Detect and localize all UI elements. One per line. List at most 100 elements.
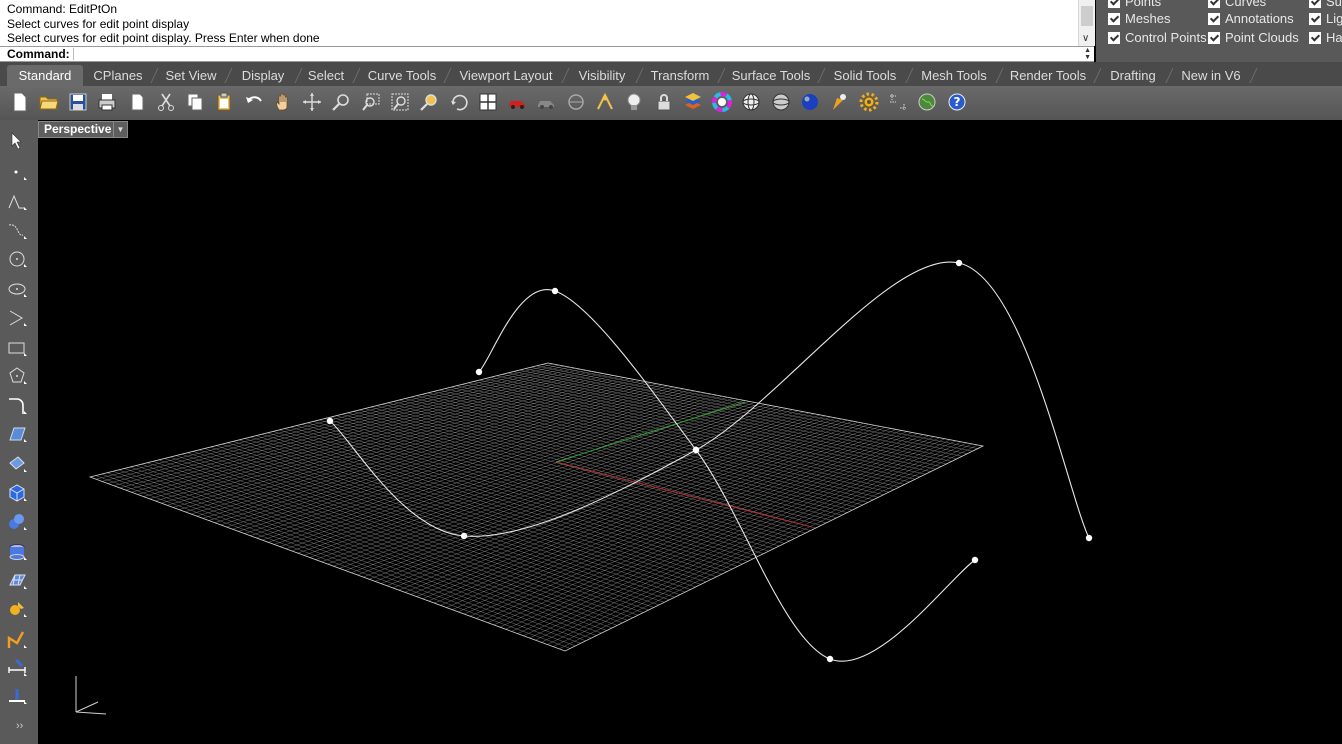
help-icon[interactable]: ? [946, 91, 968, 113]
filter-surfaces[interactable]: Su [1309, 0, 1342, 10]
checkbox-icon[interactable] [1108, 31, 1120, 44]
checkbox-icon[interactable] [1108, 0, 1120, 8]
tab-render-tools[interactable]: Render Tools [1004, 65, 1092, 86]
mesh-icon[interactable] [5, 569, 29, 593]
zoom-extents-icon[interactable] [389, 91, 411, 113]
tab-transform[interactable]: Transform [644, 65, 716, 86]
viewport-title-tab[interactable]: Perspective ▼ [38, 121, 128, 138]
perspective-viewport[interactable] [38, 120, 1342, 744]
filter-label: Hat [1326, 30, 1342, 45]
options-gear-icon[interactable] [858, 91, 880, 113]
viewport-title: Perspective [44, 122, 112, 136]
tab-set-view[interactable]: Set View [160, 65, 222, 86]
new-file-icon[interactable] [9, 91, 31, 113]
filter-point-clouds[interactable]: Point Clouds [1208, 30, 1299, 46]
cut-icon[interactable] [155, 91, 177, 113]
history-line: Select curves for edit point display. Pr… [7, 31, 320, 45]
checkbox-icon[interactable] [1208, 31, 1220, 44]
polyline-icon[interactable] [5, 190, 29, 214]
tab-new-in-v6[interactable]: New in V6 [1174, 65, 1248, 86]
hide-icon[interactable] [535, 91, 557, 113]
lock-icon[interactable] [653, 91, 675, 113]
tab-display[interactable]: Display [234, 65, 292, 86]
scrollbar-thumb[interactable] [1081, 6, 1093, 26]
checkbox-icon[interactable] [1309, 0, 1321, 8]
snap-icon[interactable] [594, 91, 616, 113]
filter-meshes[interactable]: Meshes [1108, 11, 1171, 27]
history-scrollbar[interactable]: ∨ [1078, 0, 1095, 46]
filter-curves[interactable]: Curves [1208, 0, 1266, 10]
point-icon[interactable] [5, 160, 29, 184]
undo-icon[interactable] [243, 91, 265, 113]
polygon-icon[interactable] [5, 364, 29, 388]
command-spinner-icon[interactable]: ▲ ▼ [1084, 47, 1091, 61]
checkbox-icon[interactable] [1309, 31, 1321, 44]
zoom-window-icon[interactable] [360, 91, 382, 113]
extrude-icon[interactable] [5, 452, 29, 476]
dimension-icon[interactable] [5, 656, 29, 680]
tab-mesh-tools[interactable]: Mesh Tools [914, 65, 994, 86]
save-icon[interactable] [67, 91, 89, 113]
checkbox-icon[interactable] [1208, 0, 1220, 8]
tab-select[interactable]: Select [303, 65, 349, 86]
chevron-down-icon[interactable]: ∨ [1082, 34, 1089, 44]
material-icon[interactable] [828, 91, 850, 113]
filter-control-points[interactable]: Control Points [1108, 30, 1207, 46]
surface-icon[interactable] [5, 422, 29, 446]
history-line: Select curves for edit point display [7, 17, 190, 31]
command-input[interactable] [73, 48, 1079, 60]
checkbox-icon[interactable] [1309, 12, 1321, 25]
tab-visibility[interactable]: Visibility [571, 65, 633, 86]
fillet-icon[interactable] [5, 394, 29, 418]
select-arrow-icon[interactable] [5, 129, 29, 153]
color-wheel-icon[interactable] [711, 91, 733, 113]
tab-viewport-layout[interactable]: Viewport Layout [453, 65, 559, 86]
tab-cplanes[interactable]: CPlanes [88, 65, 148, 86]
more-tools-chevron-icon[interactable]: ›› [16, 720, 23, 732]
curve-icon[interactable] [5, 219, 29, 243]
open-folder-icon[interactable] [38, 91, 60, 113]
transform-icon[interactable] [5, 597, 29, 621]
tab-surface-tools[interactable]: Surface Tools [726, 65, 816, 86]
rotate-camera-icon[interactable] [448, 91, 470, 113]
tab-standard[interactable]: Standard [7, 65, 83, 86]
analyze-icon[interactable] [5, 628, 29, 652]
viewport-scene[interactable] [38, 120, 1342, 744]
filter-points[interactable]: Points [1108, 0, 1161, 10]
wireframe-sphere-icon[interactable] [740, 91, 762, 113]
four-viewports-icon[interactable] [477, 91, 499, 113]
globe-icon[interactable] [916, 91, 938, 113]
show-icon[interactable] [565, 91, 587, 113]
layer-icon[interactable] [682, 91, 704, 113]
filter-annotations[interactable]: Annotations [1208, 11, 1294, 27]
pan-hand-icon[interactable] [272, 91, 294, 113]
light-bulb-icon[interactable] [623, 91, 645, 113]
shaded-sphere-icon[interactable] [770, 91, 792, 113]
checkbox-icon[interactable] [1108, 12, 1120, 25]
checkbox-icon[interactable] [1208, 12, 1220, 25]
ellipse-icon[interactable] [5, 277, 29, 301]
tab-solid-tools[interactable]: Solid Tools [826, 65, 904, 86]
tab-drafting[interactable]: Drafting [1102, 65, 1164, 86]
copy-icon[interactable] [184, 91, 206, 113]
filter-lights[interactable]: Lig [1309, 11, 1342, 27]
circle-icon[interactable] [5, 247, 29, 271]
arc-polygon-icon[interactable] [5, 306, 29, 330]
drafting-icon[interactable] [5, 684, 29, 708]
car-icon[interactable] [506, 91, 528, 113]
paste-icon[interactable] [213, 91, 235, 113]
print-icon[interactable] [96, 91, 118, 113]
chevron-down-icon[interactable]: ▼ [113, 122, 127, 137]
rectangle-icon[interactable] [5, 336, 29, 360]
boolean-icon[interactable] [5, 510, 29, 534]
zoom-icon[interactable] [330, 91, 352, 113]
rendered-sphere-icon[interactable] [799, 91, 821, 113]
grid-icon[interactable] [887, 91, 909, 113]
cylinder-icon[interactable] [5, 540, 29, 564]
zoom-selected-icon[interactable] [418, 91, 440, 113]
tab-curve-tools[interactable]: Curve Tools [362, 65, 442, 86]
rotate-view-icon[interactable] [301, 91, 323, 113]
filter-hatches[interactable]: Hat [1309, 30, 1342, 46]
box-solid-icon[interactable] [5, 481, 29, 505]
import-icon[interactable] [126, 91, 148, 113]
